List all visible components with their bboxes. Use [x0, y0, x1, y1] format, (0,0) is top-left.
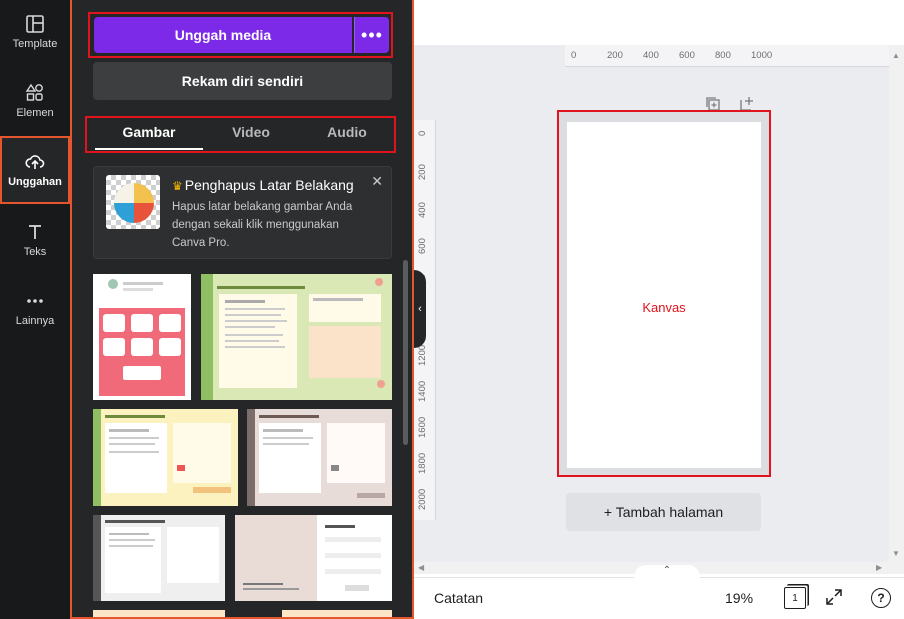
- rail-item-uploads[interactable]: Unggahan: [0, 136, 70, 204]
- help-button[interactable]: ?: [871, 588, 891, 608]
- cloud-upload-icon: [25, 152, 45, 172]
- ruler-horizontal: 0 200 400 600 800 1000: [565, 45, 889, 67]
- bottom-bar: ⌃ Catatan 19% 1 ?: [414, 565, 904, 619]
- upload-more-button[interactable]: •••: [354, 17, 389, 53]
- left-rail: Template Elemen Unggahan Teks Lainnya: [0, 0, 70, 619]
- add-page-button[interactable]: + Tambah halaman: [566, 493, 761, 531]
- tab-audio[interactable]: Audio: [299, 122, 395, 150]
- ruler-tick: 1000: [751, 50, 773, 61]
- rail-label-elements: Elemen: [16, 107, 54, 119]
- uploaded-image[interactable]: [93, 515, 225, 601]
- uploaded-image[interactable]: [93, 274, 191, 400]
- close-icon[interactable]: ✕: [371, 173, 383, 190]
- zoom-level[interactable]: 19%: [725, 590, 753, 606]
- crown-icon: ♛: [172, 179, 183, 193]
- tab-video[interactable]: Video: [203, 122, 299, 150]
- scroll-left-arrow-icon[interactable]: ◀: [418, 563, 424, 572]
- rail-item-text[interactable]: Teks: [0, 208, 70, 272]
- template-icon: [25, 14, 45, 34]
- rail-label-text: Teks: [23, 246, 47, 258]
- ruler-tick: 1200: [417, 344, 428, 366]
- ruler-tick: 800: [715, 50, 731, 61]
- more-dots-icon: [25, 291, 45, 311]
- panel-scrollbar[interactable]: [403, 260, 408, 445]
- canvas-label: Kanvas: [642, 300, 686, 315]
- ruler-tick: 1600: [417, 416, 428, 438]
- rail-item-template[interactable]: Template: [0, 0, 70, 64]
- uploaded-image[interactable]: [201, 274, 392, 400]
- shapes-icon: [25, 83, 45, 103]
- chevron-up-icon[interactable]: ⌃: [634, 565, 700, 579]
- promo-title-text: Penghapus Latar Belakang: [184, 177, 354, 193]
- uploaded-image[interactable]: [282, 610, 392, 617]
- page-count-button[interactable]: 1: [784, 587, 806, 609]
- ruler-tick: 200: [417, 164, 428, 180]
- upload-button-group: Unggah media •••: [88, 12, 393, 58]
- scroll-up-arrow-icon[interactable]: ▲: [892, 51, 900, 60]
- scroll-right-arrow-icon[interactable]: ▶: [876, 563, 882, 572]
- media-tabs: Gambar Video Audio: [85, 116, 396, 153]
- ruler-tick: 1800: [417, 452, 428, 474]
- ruler-tick: 600: [679, 50, 695, 61]
- upload-media-button[interactable]: Unggah media: [94, 17, 352, 53]
- notes-button[interactable]: Catatan: [434, 590, 483, 606]
- uploads-panel: Unggah media ••• Rekam diri sendiri Gamb…: [70, 0, 414, 619]
- workspace-vertical-scrollbar[interactable]: ▲ ▼: [889, 45, 904, 574]
- rail-label-template: Template: [12, 38, 58, 50]
- uploaded-image[interactable]: [235, 515, 392, 601]
- canvas-page-frame: Kanvas: [557, 110, 771, 477]
- record-yourself-button[interactable]: Rekam diri sendiri: [93, 62, 392, 100]
- text-icon: [25, 222, 45, 242]
- promo-description: Hapus latar belakang gambar Anda dengan …: [172, 201, 353, 249]
- tab-images[interactable]: Gambar: [95, 122, 203, 150]
- promo-title: ♛ Penghapus Latar Belakang: [172, 177, 354, 193]
- rail-label-uploads: Unggahan: [8, 176, 62, 188]
- bg-remover-promo[interactable]: ♛ Penghapus Latar Belakang Hapus latar be…: [93, 166, 392, 259]
- ruler-tick: 200: [607, 50, 623, 61]
- ruler-tick: 2000: [417, 488, 428, 510]
- uploaded-image[interactable]: [93, 409, 238, 506]
- uploaded-image[interactable]: [93, 610, 225, 617]
- chevron-left-icon: ‹: [418, 303, 422, 315]
- canvas-page[interactable]: Kanvas: [567, 122, 761, 468]
- rail-label-more: Lainnya: [15, 315, 55, 327]
- ruler-tick: 0: [571, 50, 577, 61]
- ruler-tick: 400: [643, 50, 659, 61]
- ruler-tick: 1400: [417, 380, 428, 402]
- collapse-panel-handle[interactable]: ‹: [414, 270, 426, 348]
- beach-ball-thumbnail: [106, 175, 160, 229]
- ruler-tick: 600: [417, 238, 428, 254]
- fullscreen-icon[interactable]: [825, 588, 843, 606]
- top-blank-area: [414, 0, 904, 45]
- rail-item-more[interactable]: Lainnya: [0, 277, 70, 341]
- ruler-tick: 400: [417, 202, 428, 218]
- rail-item-elements[interactable]: Elemen: [0, 69, 70, 133]
- scroll-down-arrow-icon[interactable]: ▼: [892, 549, 900, 558]
- uploaded-image[interactable]: [247, 409, 392, 506]
- ruler-tick: 0: [417, 130, 428, 136]
